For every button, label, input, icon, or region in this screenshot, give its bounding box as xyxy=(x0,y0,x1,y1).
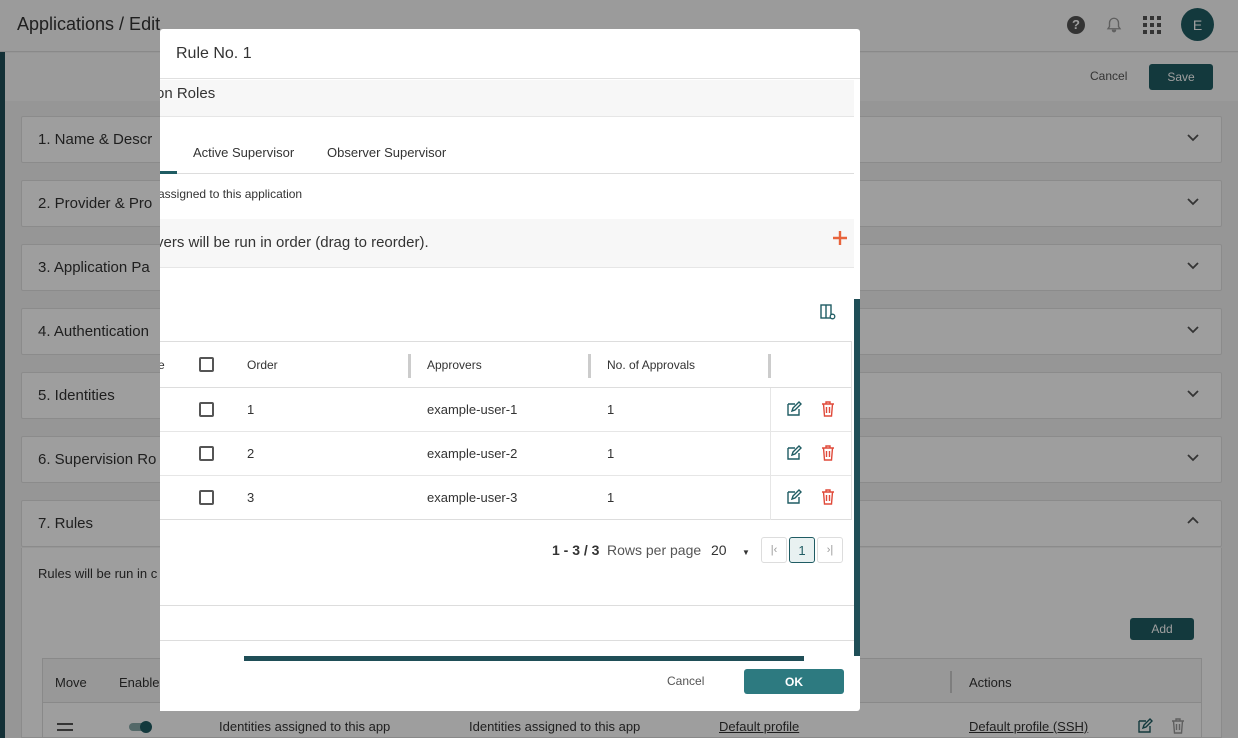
dialog-ok-button[interactable]: OK xyxy=(744,669,844,694)
delete-icon[interactable] xyxy=(821,445,835,461)
dialog-title: Rule No. 1 xyxy=(176,45,252,62)
vertical-scrollbar[interactable] xyxy=(854,299,860,656)
row-order: 3 xyxy=(247,490,255,505)
add-approver-icon[interactable] xyxy=(832,230,848,246)
approvers-table: e Order Approvers No. of Approvals 1 exa… xyxy=(160,341,852,520)
approvers-description: vers will be run in order (drag to reord… xyxy=(160,234,429,251)
rule-dialog: Rule No. 1 on Roles Active Supervisor Ob… xyxy=(160,29,860,711)
delete-icon[interactable] xyxy=(821,489,835,505)
header-no-of-approvals: No. of Approvals xyxy=(607,358,696,372)
row-order: 2 xyxy=(247,446,255,461)
delete-icon[interactable] xyxy=(821,401,835,417)
row-approvals: 1 xyxy=(607,446,615,461)
assigned-text: assigned to this application xyxy=(160,187,303,201)
rows-per-page-select[interactable]: 20 xyxy=(711,542,727,558)
actions-divider xyxy=(770,432,771,476)
horizontal-scrollbar[interactable] xyxy=(244,656,804,661)
tab-active-supervisor[interactable]: Active Supervisor xyxy=(193,145,294,160)
row-approver: example-user-3 xyxy=(427,490,518,505)
rows-per-page-label: Rows per page xyxy=(607,542,702,558)
row-order: 1 xyxy=(247,402,255,417)
page-1-button[interactable]: 1 xyxy=(789,537,815,563)
dropdown-caret-icon[interactable]: ▼ xyxy=(742,548,750,557)
row-approvals: 1 xyxy=(607,402,615,417)
table-row[interactable]: 2 example-user-2 1 xyxy=(160,432,851,476)
pagination: 1 - 3 / 3 Rows per page 20 ▼ |‹ 1 ›| xyxy=(160,535,860,565)
column-separator[interactable] xyxy=(408,354,411,378)
row-approver: example-user-2 xyxy=(427,446,518,461)
divider xyxy=(160,640,854,641)
table-row[interactable]: 1 example-user-1 1 xyxy=(160,388,851,432)
row-approvals: 1 xyxy=(607,490,615,505)
actions-divider xyxy=(770,476,771,520)
supervisor-tabs: Active Supervisor Observer Supervisor xyxy=(160,131,854,174)
edit-icon[interactable] xyxy=(786,489,802,505)
last-page-button[interactable]: ›| xyxy=(817,537,843,563)
row-approver: example-user-1 xyxy=(427,402,518,417)
row-checkbox[interactable] xyxy=(199,446,214,461)
edit-icon[interactable] xyxy=(786,445,802,461)
edit-icon[interactable] xyxy=(786,401,802,417)
header-partial: e xyxy=(160,358,165,372)
row-checkbox[interactable] xyxy=(199,402,214,417)
dialog-cancel-button[interactable]: Cancel xyxy=(667,674,704,688)
header-order: Order xyxy=(247,358,278,372)
tab-observer-supervisor[interactable]: Observer Supervisor xyxy=(327,145,446,160)
column-separator[interactable] xyxy=(588,354,591,378)
header-approvers: Approvers xyxy=(427,358,482,372)
divider xyxy=(160,605,854,606)
row-checkbox[interactable] xyxy=(199,490,214,505)
actions-divider xyxy=(770,388,771,432)
first-page-button[interactable]: |‹ xyxy=(761,537,787,563)
column-separator[interactable] xyxy=(768,354,771,378)
pagination-range: 1 - 3 / 3 xyxy=(552,542,600,558)
section-title: on Roles xyxy=(160,85,216,102)
table-row[interactable]: 3 example-user-3 1 xyxy=(160,476,851,520)
approvers-bar: vers will be run in order (drag to reord… xyxy=(160,219,854,268)
supervision-roles-header: on Roles xyxy=(160,80,854,117)
dialog-titlebar: Rule No. 1 xyxy=(160,29,860,79)
active-tab-indicator xyxy=(160,171,177,174)
select-all-checkbox[interactable] xyxy=(199,357,214,372)
column-settings-icon[interactable] xyxy=(820,304,836,320)
approvers-table-header: e Order Approvers No. of Approvals xyxy=(160,342,851,388)
